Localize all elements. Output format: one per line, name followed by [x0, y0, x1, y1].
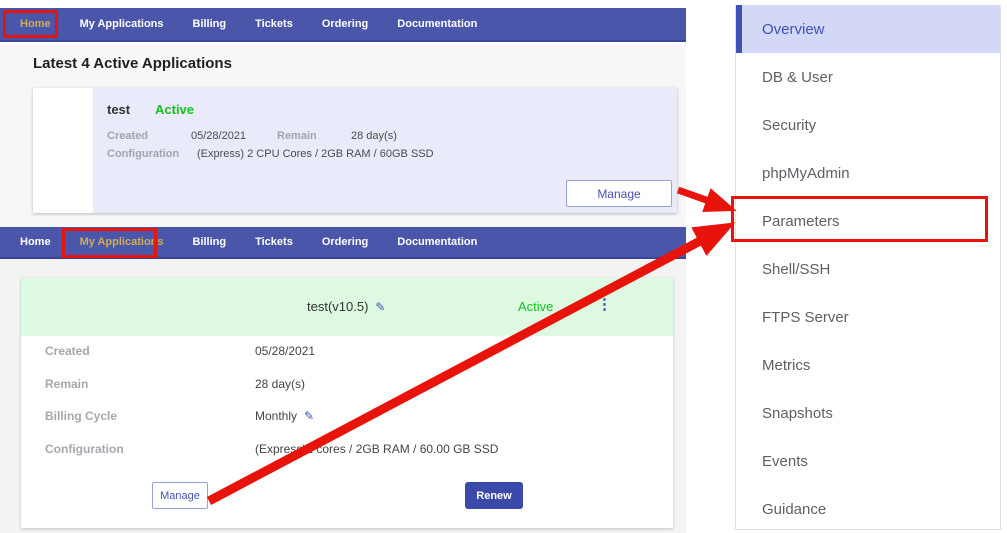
app-title: test(v10.5) ✎	[307, 299, 385, 314]
sidebar-item-metrics[interactable]: Metrics	[736, 341, 1000, 389]
remain-label: Remain	[277, 130, 317, 142]
sidebar-item-security[interactable]: Security	[736, 101, 1000, 149]
application-card-summary: test Active Created 05/28/2021 Remain 28…	[33, 88, 677, 213]
sidebar-item-snapshots[interactable]: Snapshots	[736, 389, 1000, 437]
nav-bottom-my-applications[interactable]: My Applications	[80, 236, 164, 248]
nav-bottom-documentation[interactable]: Documentation	[397, 236, 477, 248]
kebab-menu-icon[interactable]: ⋮	[597, 295, 612, 313]
nav-top-documentation[interactable]: Documentation	[397, 18, 477, 30]
nav-top-home[interactable]: Home	[20, 18, 51, 30]
created-value: 05/28/2021	[191, 130, 246, 142]
manage-button[interactable]: Manage	[152, 482, 208, 509]
status-badge: Active	[155, 102, 194, 117]
remain-label: Remain	[45, 377, 88, 391]
created-label: Created	[107, 130, 148, 142]
sidebar-item-ftps-server[interactable]: FTPS Server	[736, 293, 1000, 341]
application-sidebar-menu: Overview DB & User Security phpMyAdmin P…	[735, 5, 1001, 530]
remain-value: 28 day(s)	[351, 130, 397, 142]
sidebar-item-events[interactable]: Events	[736, 437, 1000, 485]
manage-button[interactable]: Manage	[566, 180, 672, 207]
top-navbar: Home My Applications Billing Tickets Ord…	[0, 8, 686, 42]
configuration-value: (Express)2 cores / 2GB RAM / 60.00 GB SS…	[255, 442, 498, 456]
remain-value: 28 day(s)	[255, 377, 305, 391]
billing-cycle-value: Monthly ✎	[255, 409, 314, 423]
configuration-label: Configuration	[45, 442, 124, 456]
configuration-value: (Express) 2 CPU Cores / 2GB RAM / 60GB S…	[197, 148, 434, 160]
nav-bottom-billing[interactable]: Billing	[193, 236, 227, 248]
sidebar-item-guidance[interactable]: Guidance	[736, 485, 1000, 533]
created-value: 05/28/2021	[255, 344, 315, 358]
edit-title-icon[interactable]: ✎	[375, 300, 385, 314]
sidebar-item-parameters[interactable]: Parameters	[736, 197, 1000, 245]
created-label: Created	[45, 344, 90, 358]
sidebar-item-overview[interactable]: Overview	[736, 5, 1000, 53]
billing-cycle-label: Billing Cycle	[45, 409, 117, 423]
nav-bottom-tickets[interactable]: Tickets	[255, 236, 293, 248]
app-name: test	[107, 102, 130, 117]
nav-top-billing[interactable]: Billing	[193, 18, 227, 30]
status-badge: Active	[518, 299, 553, 314]
renew-button[interactable]: Renew	[465, 482, 523, 509]
bottom-navbar: Home My Applications Billing Tickets Ord…	[0, 227, 686, 259]
app-title-text: test(v10.5)	[307, 299, 368, 314]
edit-billing-cycle-icon[interactable]: ✎	[304, 409, 314, 423]
billing-cycle-text: Monthly	[255, 409, 297, 423]
configuration-label: Configuration	[107, 148, 179, 160]
nav-bottom-home[interactable]: Home	[20, 236, 51, 248]
sidebar-item-db-user[interactable]: DB & User	[736, 53, 1000, 101]
sidebar-item-shell-ssh[interactable]: Shell/SSH	[736, 245, 1000, 293]
sidebar-item-phpmyadmin[interactable]: phpMyAdmin	[736, 149, 1000, 197]
nav-top-my-applications[interactable]: My Applications	[80, 18, 164, 30]
page-title: Latest 4 Active Applications	[33, 55, 232, 72]
nav-top-ordering[interactable]: Ordering	[322, 18, 368, 30]
nav-bottom-ordering[interactable]: Ordering	[322, 236, 368, 248]
application-card-detail: test(v10.5) ✎ Active ⋮ Created 05/28/2021…	[21, 278, 673, 528]
app-icon-placeholder	[33, 88, 93, 213]
nav-top-tickets[interactable]: Tickets	[255, 18, 293, 30]
